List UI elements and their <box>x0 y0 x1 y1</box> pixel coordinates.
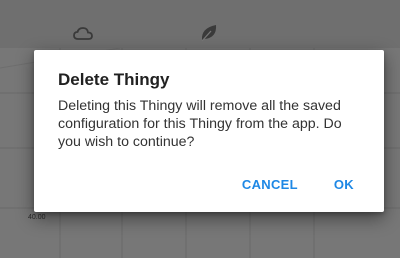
background-axis-label: 40.00 <box>28 214 46 221</box>
background-toolbar <box>0 0 400 48</box>
ok-button[interactable]: OK <box>334 177 354 192</box>
dialog-title: Delete Thingy <box>58 70 170 89</box>
delete-thingy-dialog: Delete Thingy Deleting this Thingy will … <box>34 50 384 212</box>
cancel-button[interactable]: CANCEL <box>242 177 298 192</box>
dialog-actions: CANCEL OK <box>242 172 384 196</box>
dialog-message: Deleting this Thingy will remove all the… <box>58 98 342 150</box>
leaf-icon <box>198 22 220 44</box>
cloud-icon <box>72 24 94 46</box>
